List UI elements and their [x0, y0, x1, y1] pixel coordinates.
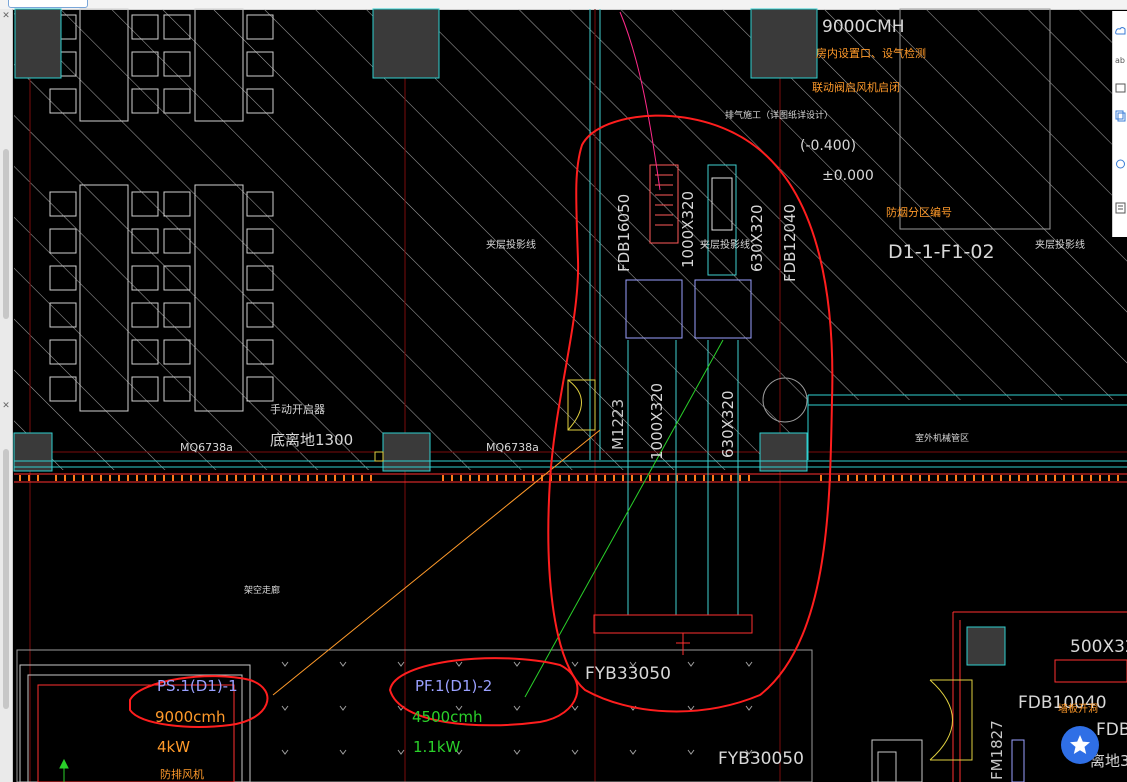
arrow-mark — [513, 661, 521, 667]
lower-scrollbar[interactable] — [3, 449, 9, 709]
label-exhaust-note: 排气施工（详图纸详设计） — [725, 109, 833, 121]
label-top-flow: 9000CMH — [822, 17, 905, 37]
arrow-mark — [745, 661, 753, 667]
cad-viewer: 9000CMH 房内设置口、设气检测 联动阀启风机启闭 排气施工（详图纸详设计）… — [0, 0, 1127, 782]
supply-arrows — [281, 661, 753, 755]
arrow-mark — [571, 661, 579, 667]
arrow-mark — [687, 705, 695, 711]
close-icon-lower[interactable]: ✕ — [1, 401, 11, 411]
arrow-mark — [745, 705, 753, 711]
label-bottom-height: 底离地1300 — [270, 431, 353, 449]
label-fdb-right: FDB — [1096, 720, 1127, 740]
arrow-mark — [281, 705, 289, 711]
hatch-region — [14, 9, 1127, 470]
right-tool-panel: ab — [1112, 11, 1127, 237]
label-zone-code: D1-1-F1-02 — [888, 241, 995, 263]
label-ps-power: 4kW — [157, 738, 190, 756]
label-right-note: 墙板开洞 — [1058, 702, 1098, 715]
label-ps-name: 防排风机 — [160, 767, 204, 781]
list-icon[interactable] — [1115, 201, 1126, 214]
arrow-mark — [339, 749, 347, 755]
favorite-button[interactable] — [1061, 726, 1099, 764]
label-duct630-v: 630X320 — [719, 390, 737, 458]
layer-icon[interactable] — [1115, 81, 1126, 94]
label-zone: 防烟分区编号 — [886, 205, 952, 219]
arrow-mark — [513, 749, 521, 755]
label-fm1827: FM1827 — [988, 720, 1006, 780]
label-mq-mid: MQ6738a — [486, 441, 539, 454]
cad-drawing-canvas[interactable]: 9000CMH 房内设置口、设气检测 联动阀启风机启闭 排气施工（详图纸详设计）… — [0, 0, 1127, 782]
label-ps-tag: PS.1(D1)-1 — [157, 677, 238, 695]
label-duct1000-top: 1000X320 — [679, 191, 697, 268]
arrow-mark — [687, 661, 695, 667]
left-tool-strip: ✕ ✕ — [0, 9, 13, 782]
label-mezz-left: 夹层投影线 — [486, 238, 536, 251]
label-elev2: ±0.000 — [822, 168, 874, 184]
label-top-note1: 房内设置口、设气检测 — [816, 46, 926, 60]
label-fyb30050: FYB30050 — [718, 749, 804, 769]
label-outdoor-shaft: 室外机械管区 — [915, 432, 969, 444]
label-pf-power: 1.1kW — [413, 738, 461, 756]
label-corridor: 架空走廊 — [244, 584, 280, 596]
arrow-mark — [687, 749, 695, 755]
arrow-mark — [281, 749, 289, 755]
arrow-mark — [339, 705, 347, 711]
ucs-axis-icon — [59, 758, 69, 782]
label-fdb12040: FDB12040 — [781, 204, 799, 282]
label-pf-tag: PF.1(D1)-2 — [415, 677, 492, 695]
label-top-note2: 联动阀启风机启闭 — [812, 80, 900, 94]
star-icon — [1070, 735, 1090, 754]
arrow-mark — [571, 749, 579, 755]
label-mezz-right: 夹层投影线 — [1035, 238, 1085, 251]
arrow-mark — [629, 749, 637, 755]
label-mq-left: MQ6738a — [180, 441, 233, 454]
label-fdb16050: FDB16050 — [615, 194, 633, 272]
text-icon[interactable]: ab — [1115, 53, 1126, 66]
label-pf-flow: 4500cmh — [412, 708, 483, 726]
label-fyb33050: FYB33050 — [585, 664, 671, 684]
close-icon[interactable]: ✕ — [1, 11, 11, 21]
svg-text:ab: ab — [1115, 56, 1125, 65]
upper-scrollbar[interactable] — [3, 149, 9, 319]
arrow-mark — [281, 661, 289, 667]
cloud-icon[interactable] — [1115, 25, 1126, 38]
label-mezz-mid: 夹层投影线 — [700, 238, 750, 251]
label-elev1: (-0.400) — [800, 138, 856, 154]
arrow-mark — [571, 705, 579, 711]
rotate-icon[interactable] — [1115, 157, 1126, 170]
label-manual-switch: 手动开启器 — [270, 402, 325, 416]
label-duct500: 500X32 — [1070, 637, 1127, 657]
arrow-mark — [339, 661, 347, 667]
label-m1223: M1223 — [609, 399, 627, 450]
arrow-mark — [397, 749, 405, 755]
arrow-mark — [455, 661, 463, 667]
copy-icon[interactable] — [1115, 109, 1126, 122]
arrow-mark — [513, 705, 521, 711]
label-ps-flow: 9000cmh — [155, 708, 226, 726]
arrow-mark — [397, 661, 405, 667]
label-duct630-top: 630X320 — [748, 204, 766, 272]
label-duct1000-v: 1000X320 — [648, 383, 666, 460]
